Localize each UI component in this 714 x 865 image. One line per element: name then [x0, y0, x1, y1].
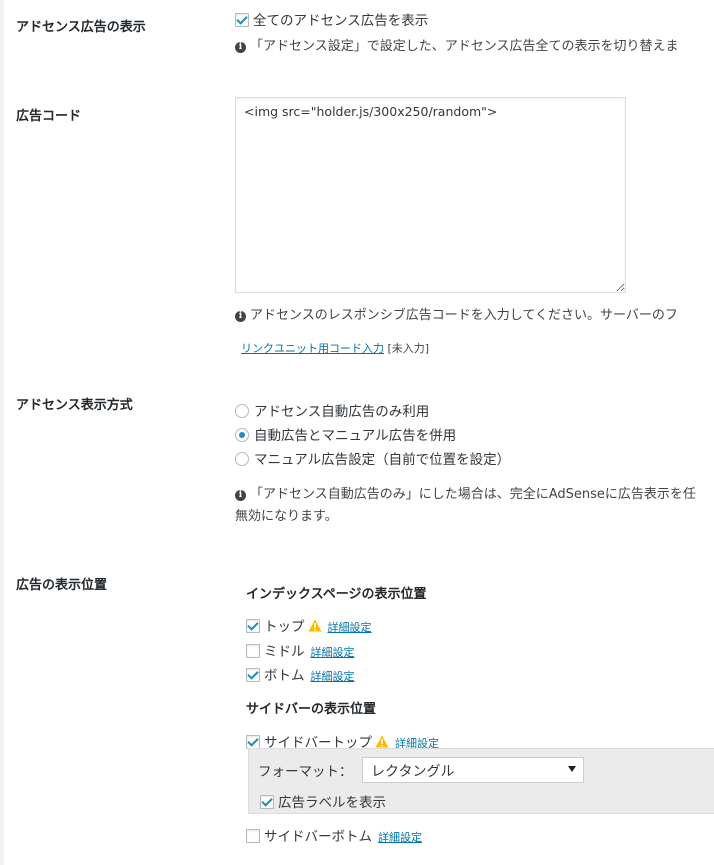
link-unit-code-link[interactable]: リンクユニット用コード入力	[241, 342, 384, 355]
info-icon: i	[235, 490, 246, 501]
ad-label-text: 広告ラベルを表示	[278, 795, 386, 811]
show-all-ads-label: 全てのアドセンス広告を表示	[253, 13, 429, 29]
radio-auto-only-button[interactable]	[235, 404, 249, 418]
display-method-description: i 「アドセンス自動広告のみ」にした場合は、完全にAdSenseに広告表示を任	[235, 483, 696, 502]
radio-manual-only-label: マニュアル広告設定（自前で位置を設定）	[254, 452, 511, 468]
radio-auto-and-manual[interactable]: 自動広告とマニュアル広告を併用	[235, 424, 456, 444]
display-method-label: アドセンス表示方式	[16, 398, 133, 413]
adsense-display-description-text: 「アドセンス設定」で設定した、アドセンス広告全ての表示を切り替えま	[250, 39, 679, 54]
sidebar-bottom-checkbox[interactable]	[246, 829, 260, 843]
radio-auto-and-manual-button[interactable]	[235, 428, 249, 442]
ad-code-description: i アドセンスのレスポンシブ広告コードを入力してください。サーバーのフ	[235, 304, 678, 323]
ad-label-checkbox[interactable]	[260, 795, 274, 809]
index-middle-item: ミドル 詳細設定	[246, 640, 355, 660]
info-icon: i	[235, 42, 246, 53]
index-bottom-item: ボトム 詳細設定	[246, 664, 355, 684]
ad-code-textarea[interactable]: <img src="holder.js/300x250/random">	[235, 97, 626, 293]
index-positions-heading: インデックスページの表示位置	[246, 587, 427, 602]
radio-auto-only-label: アドセンス自動広告のみ利用	[254, 404, 430, 420]
index-top-label: トップ	[264, 619, 305, 635]
sidebar-bottom-label: サイドバーボトム	[264, 829, 372, 845]
index-middle-label: ミドル	[264, 644, 305, 660]
ad-code-label: 広告コード	[16, 109, 82, 124]
settings-panel: アドセンス広告の表示 全てのアドセンス広告を表示 i 「アドセンス設定」で設定した…	[4, 0, 714, 865]
chevron-down-icon	[568, 766, 576, 772]
adsense-display-description: i 「アドセンス設定」で設定した、アドセンス広告全ての表示を切り替えま	[235, 35, 678, 54]
info-icon: i	[235, 311, 246, 322]
display-method-description-line1: 「アドセンス自動広告のみ」にした場合は、完全にAdSenseに広告表示を任	[250, 487, 696, 502]
sidebar-bottom-item: サイドバーボトム 詳細設定	[246, 825, 422, 845]
sidebar-bottom-detail-link[interactable]: 詳細設定	[378, 831, 422, 844]
link-unit-row: リンクユニット用コード入力 [未入力]	[235, 340, 429, 356]
radio-manual-only-button[interactable]	[235, 452, 249, 466]
ad-code-description-text: アドセンスのレスポンシブ広告コードを入力してください。サーバーのフ	[250, 308, 678, 323]
positions-label: 広告の表示位置	[16, 578, 108, 593]
warning-icon	[375, 735, 389, 748]
format-select-value: レクタングル	[371, 764, 455, 780]
sidebar-top-checkbox[interactable]	[246, 735, 260, 749]
index-top-checkbox[interactable]	[246, 619, 260, 633]
index-top-detail-link[interactable]: 詳細設定	[328, 621, 372, 634]
index-middle-checkbox[interactable]	[246, 644, 260, 658]
show-all-ads-option[interactable]: 全てのアドセンス広告を表示	[235, 9, 428, 29]
radio-auto-and-manual-label: 自動広告とマニュアル広告を併用	[254, 428, 457, 444]
format-label: フォーマット：	[258, 764, 353, 780]
warning-icon	[308, 619, 321, 632]
display-method-description-line2: 無効になります。	[235, 509, 338, 524]
format-select[interactable]: レクタングル	[362, 757, 584, 783]
index-bottom-checkbox[interactable]	[246, 668, 260, 682]
ad-label-option[interactable]: 広告ラベルを表示	[260, 791, 386, 811]
link-unit-status: [未入力]	[387, 342, 430, 355]
radio-manual-only[interactable]: マニュアル広告設定（自前で位置を設定）	[235, 448, 510, 468]
index-top-item: トップ 詳細設定	[246, 615, 372, 635]
adsense-display-label: アドセンス広告の表示	[16, 20, 146, 35]
index-bottom-label: ボトム	[264, 668, 305, 684]
radio-auto-only[interactable]: アドセンス自動広告のみ利用	[235, 400, 429, 420]
sidebar-positions-heading: サイドバーの表示位置	[246, 702, 377, 717]
index-bottom-detail-link[interactable]: 詳細設定	[311, 670, 355, 683]
show-all-ads-checkbox[interactable]	[235, 13, 249, 27]
index-middle-detail-link[interactable]: 詳細設定	[311, 646, 355, 659]
sidebar-top-format-box: フォーマット： レクタングル 広告ラベルを表示	[248, 748, 714, 814]
